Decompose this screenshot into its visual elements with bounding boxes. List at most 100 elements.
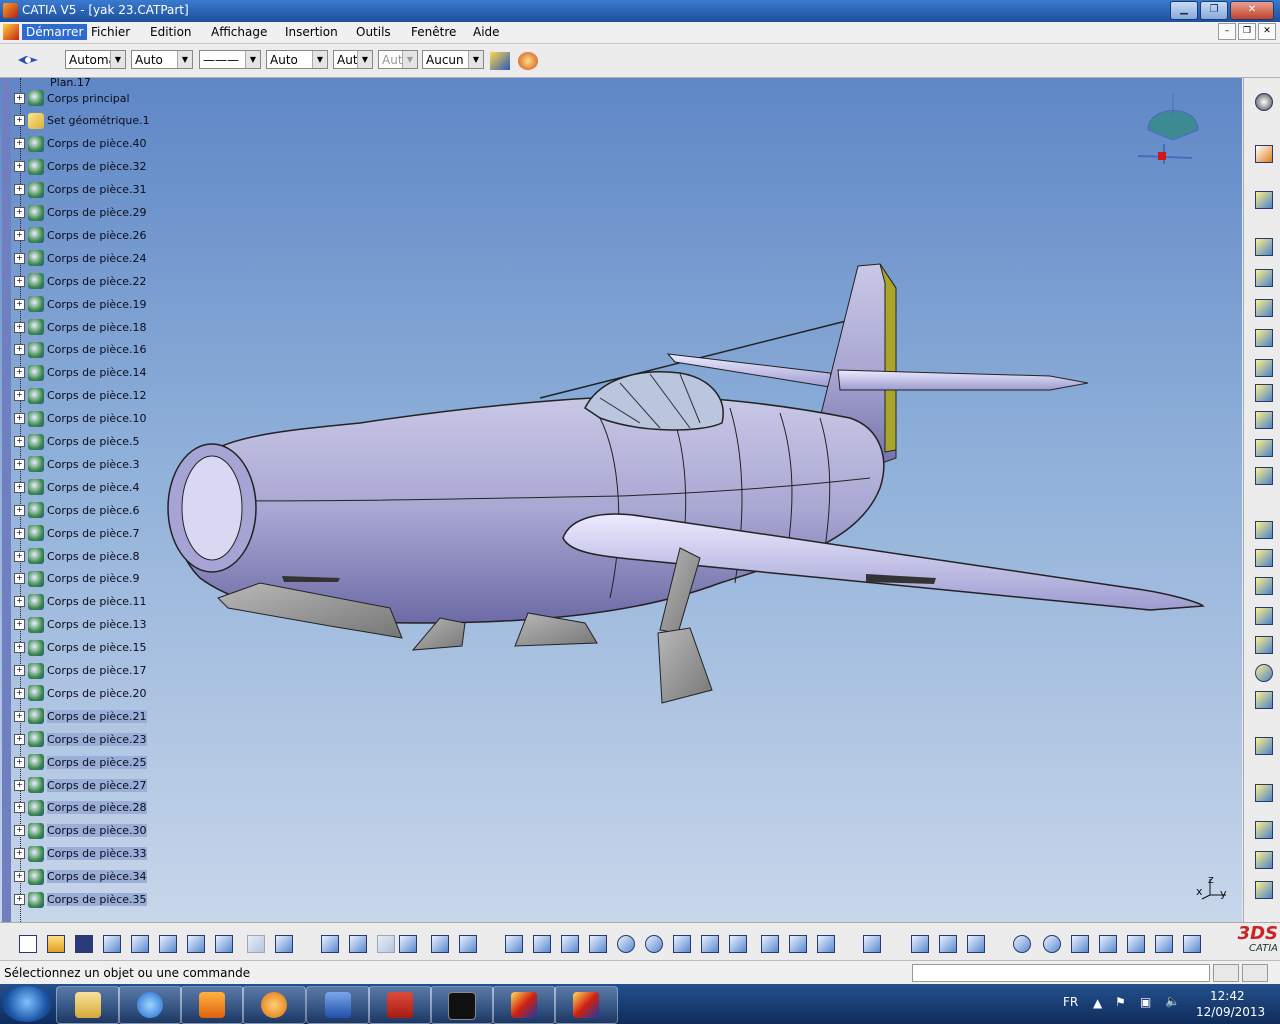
- linetype-select[interactable]: ——— ▼: [199, 50, 261, 69]
- action-center-icon[interactable]: ⚑: [1115, 995, 1126, 1009]
- doc-minimize-button[interactable]: –: [1218, 23, 1236, 40]
- shading-icon[interactable]: [758, 932, 780, 954]
- new-icon[interactable]: [16, 932, 38, 954]
- multi-section-icon[interactable]: [1252, 464, 1274, 486]
- open-icon[interactable]: [44, 932, 66, 954]
- fillet-icon[interactable]: [1252, 518, 1274, 540]
- surface-icon[interactable]: [1252, 436, 1274, 458]
- pad-icon[interactable]: [1252, 235, 1274, 257]
- minimize-button[interactable]: ▁: [1170, 1, 1198, 20]
- catia-taskbar-button-2[interactable]: [554, 986, 618, 1024]
- command-clear-button[interactable]: [1242, 964, 1268, 982]
- doc-restore-button[interactable]: ❐: [1238, 23, 1256, 40]
- settings-icon[interactable]: [1252, 90, 1274, 112]
- layer-select-1[interactable]: Aut ▼: [333, 50, 373, 69]
- measure-icon[interactable]: [1252, 661, 1274, 683]
- update-icon[interactable]: [1010, 932, 1032, 954]
- app-taskbar-button[interactable]: [242, 986, 306, 1024]
- paste-icon[interactable]: [184, 932, 206, 954]
- measure-item-icon[interactable]: [936, 932, 958, 954]
- close-button[interactable]: ✕: [1230, 1, 1274, 20]
- compass-icon[interactable]: [1138, 94, 1208, 164]
- network-icon[interactable]: ▣: [1140, 995, 1151, 1009]
- start-button[interactable]: [2, 986, 52, 1022]
- acrobat-taskbar-button[interactable]: [368, 986, 432, 1024]
- iso-view-icon[interactable]: [726, 932, 748, 954]
- formula-icon[interactable]: [318, 932, 340, 954]
- clock-time[interactable]: 12:42: [1210, 989, 1245, 1003]
- pan-icon[interactable]: [558, 932, 580, 954]
- menu-edition[interactable]: Edition: [146, 24, 196, 40]
- media-player-taskbar-button[interactable]: [180, 986, 244, 1024]
- language-indicator[interactable]: FR: [1063, 995, 1078, 1009]
- normal-view-icon[interactable]: [670, 932, 692, 954]
- rotate-icon[interactable]: [586, 932, 608, 954]
- multi-view-icon[interactable]: [698, 932, 720, 954]
- copy-icon[interactable]: [156, 932, 178, 954]
- explorer-taskbar-button[interactable]: [56, 986, 120, 1024]
- cmd-taskbar-button[interactable]: [430, 986, 494, 1024]
- menu-fichier[interactable]: Fichier: [87, 24, 134, 40]
- transparency-select[interactable]: Auto ▼: [131, 50, 193, 69]
- print-icon[interactable]: [100, 932, 122, 954]
- 3d-viewport[interactable]: Plan.17 + Corps principal + Set géométrique.…: [0, 78, 1242, 922]
- mirror-icon[interactable]: [1252, 818, 1274, 840]
- ie-taskbar-button[interactable]: [118, 986, 182, 1024]
- zoom-out-icon[interactable]: [642, 932, 664, 954]
- command-history-button[interactable]: [1213, 964, 1239, 982]
- design-table-icon[interactable]: [396, 932, 418, 954]
- expand-toolbar-icon[interactable]: [1252, 878, 1274, 900]
- list-icon[interactable]: [1180, 932, 1202, 954]
- menu-aide[interactable]: Aide: [469, 24, 504, 40]
- zoom-in-icon[interactable]: [614, 932, 636, 954]
- cut-plane-icon[interactable]: [1152, 932, 1174, 954]
- thickness-select[interactable]: Auto ▼: [266, 50, 328, 69]
- split-icon[interactable]: [1252, 734, 1274, 756]
- rib-icon[interactable]: [1252, 356, 1274, 378]
- fly-mode-icon[interactable]: [502, 932, 524, 954]
- word-taskbar-button[interactable]: [306, 986, 370, 1024]
- apply-material-icon[interactable]: [860, 932, 882, 954]
- save-icon[interactable]: [72, 932, 94, 954]
- doc-close-button[interactable]: ✕: [1258, 23, 1276, 40]
- thickness-icon[interactable]: [1252, 633, 1274, 655]
- transform-icon[interactable]: [1252, 781, 1274, 803]
- inertia-icon[interactable]: [964, 932, 986, 954]
- pattern-icon[interactable]: [1252, 848, 1274, 870]
- snap-icon[interactable]: [1096, 932, 1118, 954]
- catalog-icon[interactable]: [456, 932, 478, 954]
- fly-icon[interactable]: [16, 52, 40, 68]
- painter-icon[interactable]: [490, 52, 510, 70]
- layer-filter-select[interactable]: Aucun ▼: [422, 50, 484, 69]
- command-input[interactable]: [912, 964, 1210, 982]
- sketcher-icon[interactable]: [1252, 188, 1274, 210]
- hole-icon[interactable]: [1252, 326, 1274, 348]
- menu-affichage[interactable]: Affichage: [207, 24, 271, 40]
- fit-all-icon[interactable]: [530, 932, 552, 954]
- axis-system-icon[interactable]: [1068, 932, 1090, 954]
- hide-show-icon[interactable]: [786, 932, 808, 954]
- restore-button[interactable]: ❐: [1200, 1, 1228, 20]
- menu-insertion[interactable]: Insertion: [281, 24, 342, 40]
- fill-color-select[interactable]: Automa ▼: [65, 50, 126, 69]
- whats-this-icon[interactable]: [272, 932, 294, 954]
- shell-icon[interactable]: [1252, 604, 1274, 626]
- law-icon[interactable]: [374, 932, 396, 954]
- aircraft-3d-model[interactable]: [0, 78, 1242, 922]
- loft-icon[interactable]: [1252, 408, 1274, 430]
- knowledge-advisor-icon[interactable]: [346, 932, 368, 954]
- 3d-compass-icon[interactable]: [1124, 932, 1146, 954]
- select-arrow-icon[interactable]: [1252, 142, 1274, 164]
- shaft-icon[interactable]: [1252, 296, 1274, 318]
- properties-icon[interactable]: [518, 52, 538, 70]
- cut-icon[interactable]: [128, 932, 150, 954]
- menu-fenetre[interactable]: Fenêtre: [407, 24, 460, 40]
- catia-taskbar-button-1[interactable]: [492, 986, 556, 1024]
- menu-outils[interactable]: Outils: [352, 24, 395, 40]
- grab-icon[interactable]: [1040, 932, 1062, 954]
- menu-demarrer[interactable]: Démarrer: [22, 24, 88, 40]
- slot-icon[interactable]: [1252, 381, 1274, 403]
- volume-icon[interactable]: 🔈: [1165, 994, 1180, 1008]
- boolean-icon[interactable]: [1252, 688, 1274, 710]
- chamfer-icon[interactable]: [1252, 546, 1274, 568]
